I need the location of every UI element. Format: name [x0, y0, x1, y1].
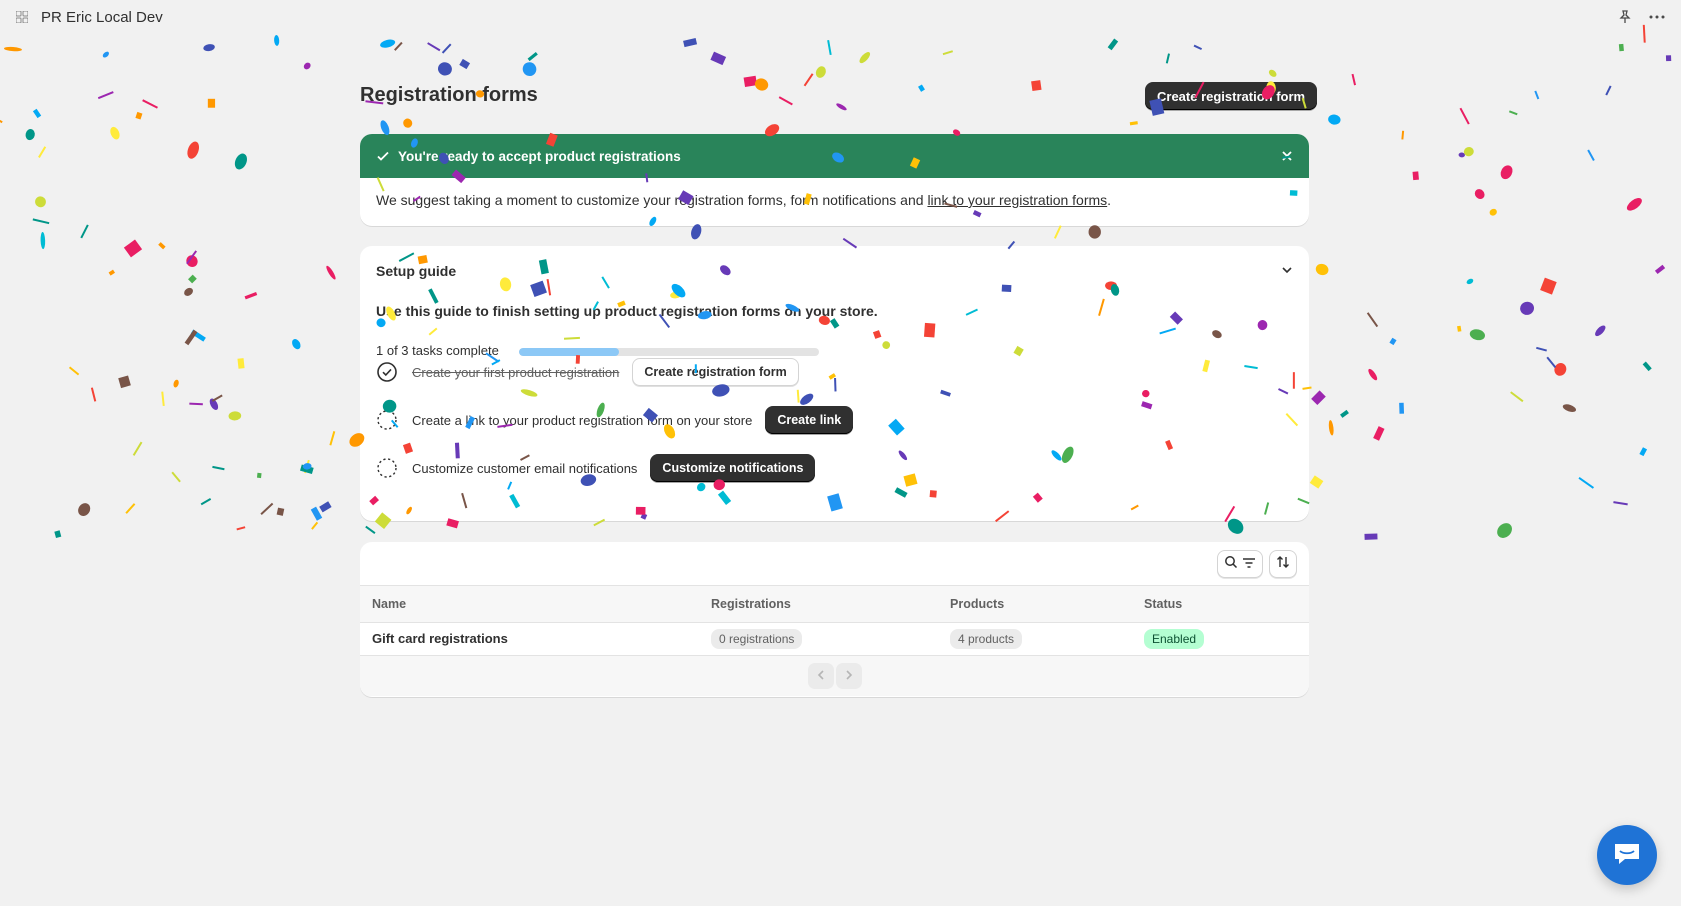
pagination — [360, 655, 1309, 696]
dashed-circle-icon[interactable] — [376, 457, 398, 479]
customize-notifications-button[interactable]: Customize notifications — [650, 454, 816, 482]
page-title: Registration forms — [360, 84, 538, 106]
search-icon — [1224, 555, 1238, 572]
banner-body: We suggest taking a moment to customize … — [360, 178, 1309, 222]
row-status: Enabled — [1132, 622, 1309, 656]
registration-forms-link[interactable]: link to your registration forms — [927, 192, 1107, 208]
table-row[interactable]: Gift card registrations 0 registrations … — [360, 622, 1309, 656]
row-registrations: 0 registrations — [699, 622, 938, 656]
create-registration-form-task-button[interactable]: Create registration form — [632, 358, 799, 386]
task-row-1: Create your first product registration C… — [376, 358, 799, 386]
products-badge: 4 products — [950, 628, 1023, 649]
success-banner: You're ready to accept product registrat… — [360, 134, 1309, 226]
progress-text: 1 of 3 tasks complete — [376, 343, 499, 358]
create-registration-form-button[interactable]: Create registration form — [1145, 82, 1318, 110]
setup-guide-card: Setup guide Use this guide to finish set… — [360, 246, 1309, 521]
app-top-bar: PR Eric Local Dev — [0, 0, 1681, 34]
sort-icon — [1276, 555, 1290, 572]
app-grid-icon — [16, 11, 28, 23]
task-label: Create your first product registration — [412, 364, 620, 380]
registration-forms-table: Name Registrations Products Status Gift … — [360, 586, 1309, 656]
column-header-status[interactable]: Status — [1132, 586, 1309, 623]
dashed-circle-icon[interactable] — [376, 409, 398, 431]
check-circle-icon[interactable] — [376, 361, 398, 383]
setup-guide-subtitle: Use this guide to finish setting up prod… — [376, 303, 878, 319]
banner-header: You're ready to accept product registrat… — [360, 134, 1309, 178]
task-label: Create a link to your product registrati… — [412, 412, 753, 428]
pin-icon[interactable] — [1617, 9, 1633, 25]
chat-bubble-icon — [1612, 841, 1642, 870]
chevron-down-icon[interactable] — [1281, 266, 1293, 274]
column-header-name[interactable]: Name — [360, 586, 699, 623]
setup-guide-title: Setup guide — [376, 263, 457, 279]
close-icon[interactable] — [1281, 150, 1293, 162]
banner-body-suffix: . — [1107, 192, 1112, 208]
registrations-badge: 0 registrations — [711, 628, 803, 649]
registration-forms-table-card: Name Registrations Products Status Gift … — [360, 542, 1309, 697]
banner-title: You're ready to accept product registrat… — [398, 148, 681, 164]
previous-page-button[interactable] — [807, 662, 834, 689]
chevron-right-icon — [845, 668, 853, 684]
task-row-2: Create a link to your product registrati… — [376, 406, 854, 434]
more-horizontal-icon[interactable] — [1649, 9, 1665, 25]
status-badge: Enabled — [1144, 628, 1205, 649]
banner-body-text: We suggest taking a moment to customize … — [376, 192, 928, 208]
confetti-piece — [0, 115, 3, 124]
app-title: PR Eric Local Dev — [41, 8, 163, 26]
task-row-3: Customize customer email notifications C… — [376, 454, 816, 482]
search-filter-button[interactable] — [1217, 549, 1263, 578]
chat-button[interactable] — [1597, 825, 1657, 885]
row-name[interactable]: Gift card registrations — [360, 622, 699, 656]
progress-fill — [519, 348, 619, 356]
next-page-button[interactable] — [835, 662, 862, 689]
column-header-products[interactable]: Products — [938, 586, 1132, 623]
create-link-button[interactable]: Create link — [765, 406, 854, 434]
row-products: 4 products — [938, 622, 1132, 656]
table-toolbar — [360, 542, 1309, 586]
task-label: Customize customer email notifications — [412, 460, 638, 476]
progress-bar — [519, 348, 819, 356]
chevron-left-icon — [817, 668, 825, 684]
sort-button[interactable] — [1269, 549, 1297, 578]
checkmark-icon — [376, 149, 390, 163]
column-header-registrations[interactable]: Registrations — [699, 586, 938, 623]
filter-icon — [1242, 556, 1256, 572]
